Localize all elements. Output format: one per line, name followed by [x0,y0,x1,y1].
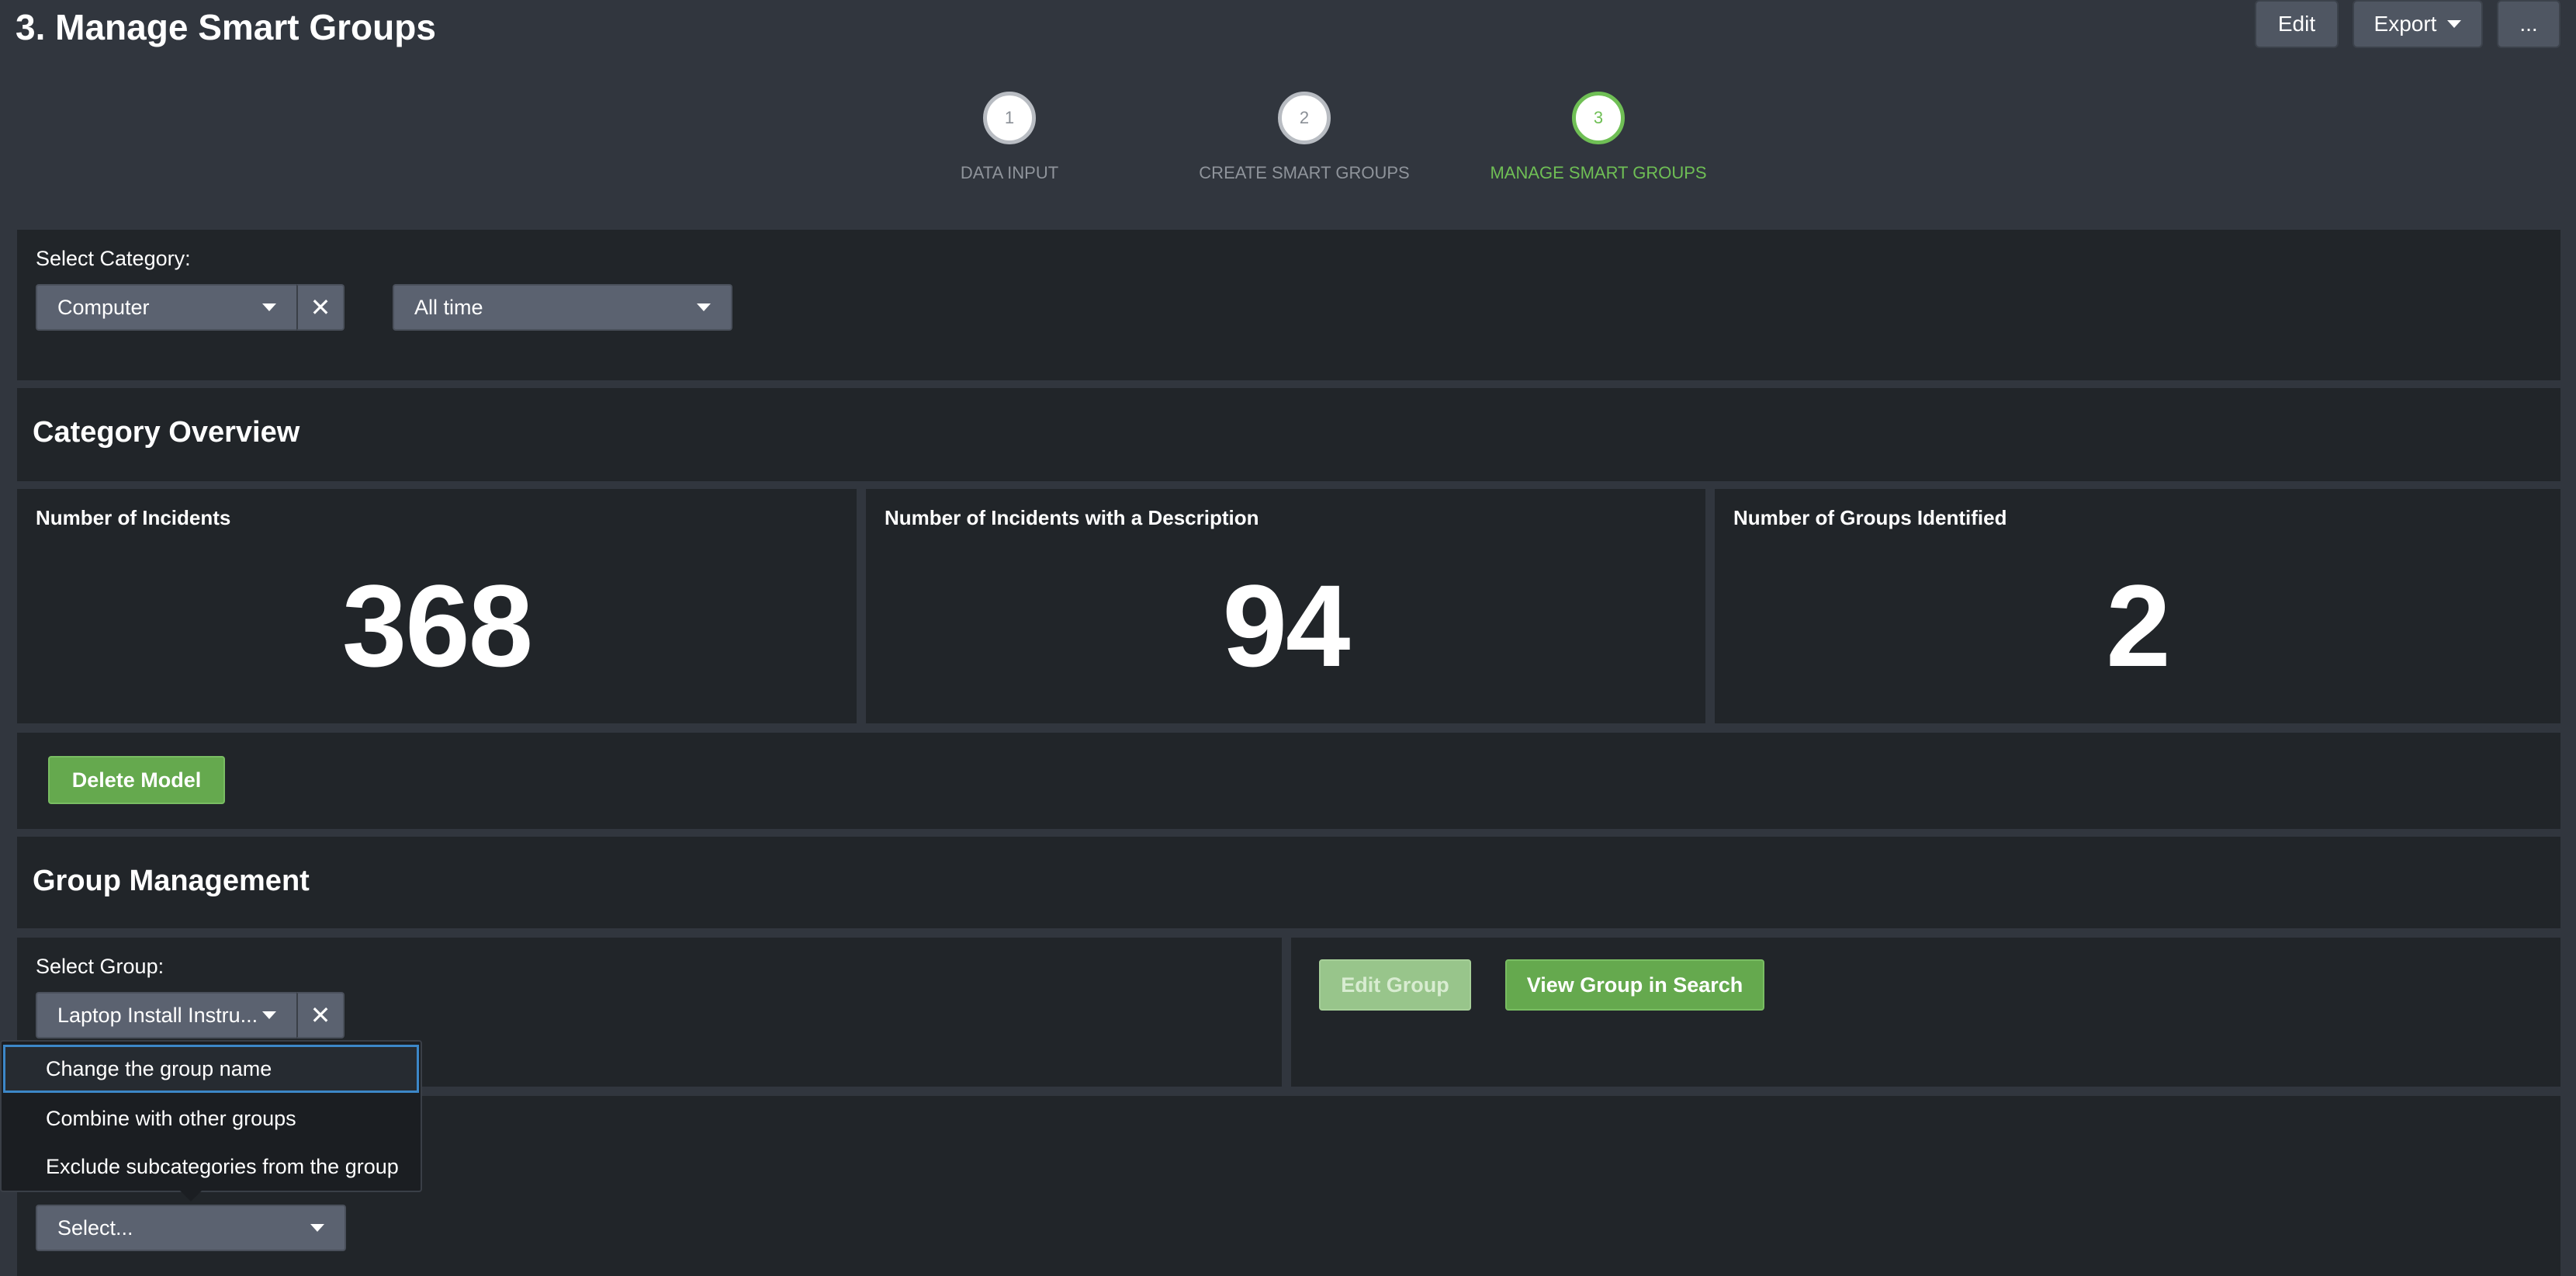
step-3-circle[interactable]: 3 [1572,92,1625,144]
group-value: Laptop Install Instru... [57,1003,258,1027]
group-actions-panel [1291,938,2560,1087]
step-3-label: MANAGE SMART GROUPS [1490,163,1707,182]
category-dropdown[interactable]: Computer [36,284,298,331]
time-range-value: All time [414,295,483,319]
group-management-title: Group Management [33,865,310,897]
view-group-label: View Group in Search [1526,973,1743,997]
step-1-label: DATA INPUT [960,163,1059,182]
close-icon: ✕ [310,293,331,321]
model-actions-panel [17,733,2560,829]
chevron-down-icon [310,1224,324,1232]
edit-group-button[interactable]: Edit Group [1319,959,1471,1011]
menu-item-label: Exclude subcategories from the group [46,1154,399,1178]
menu-pointer [180,1191,202,1201]
step-2-number: 2 [1299,108,1310,127]
edit-button-label: Edit [2277,12,2316,36]
close-icon: ✕ [310,1001,331,1029]
menu-item-label: Change the group name [46,1056,272,1080]
chevron-down-icon [262,303,276,311]
delete-model-label: Delete Model [71,768,202,792]
category-overview-header [17,388,2560,481]
group-action-menu: Change the group name Combine with other… [0,1040,422,1192]
category-label: Select Category: [36,247,191,270]
step-1-circle[interactable]: 1 [983,92,1036,144]
category-overview-title: Category Overview [33,416,300,449]
delete-model-button[interactable]: Delete Model [48,756,225,804]
chevron-down-icon [697,303,711,311]
group-select-label: Select Group: [36,955,164,978]
step-2-circle[interactable]: 2 [1278,92,1331,144]
edit-button[interactable]: Edit [2255,0,2339,48]
view-group-in-search-button[interactable]: View Group in Search [1505,959,1764,1011]
menu-item-label: Combine with other groups [46,1106,296,1130]
time-range-dropdown[interactable]: All time [393,284,732,331]
group-action-dropdown[interactable]: Select... [36,1205,346,1251]
more-actions-label: ... [2519,12,2538,36]
clear-category-button[interactable]: ✕ [296,284,345,331]
edit-group-label: Edit Group [1341,973,1449,997]
step-1-number: 1 [1004,108,1015,127]
stat-groups-value: 2 [2106,560,2170,691]
page-title: 3. Manage Smart Groups [16,7,436,47]
export-button[interactable]: Export [2353,0,2483,48]
chevron-down-icon [262,1011,276,1019]
step-3-number: 3 [1593,108,1604,127]
group-action-placeholder: Select... [57,1215,133,1240]
clear-group-button[interactable]: ✕ [296,992,345,1038]
group-management-header [17,837,2560,928]
stat-described-value: 94 [1222,560,1351,691]
stat-incidents-value: 368 [341,560,533,691]
stat-described-label: Number of Incidents with a Description [885,506,1259,529]
menu-item-change-name[interactable]: Change the group name [3,1045,419,1093]
category-value: Computer [57,295,150,319]
menu-item-exclude-subcategories[interactable]: Exclude subcategories from the group [3,1143,419,1191]
step-2-label: CREATE SMART GROUPS [1199,163,1410,182]
group-dropdown[interactable]: Laptop Install Instru... [36,992,298,1038]
stat-incidents-label: Number of Incidents [36,506,231,529]
stepper [1009,93,1785,96]
more-actions-button[interactable]: ... [2497,0,2560,48]
export-button-label: Export [2373,12,2437,36]
stat-groups-label: Number of Groups Identified [1733,506,2007,529]
chevron-down-icon [2447,20,2462,28]
menu-item-combine-groups[interactable]: Combine with other groups [3,1094,419,1143]
